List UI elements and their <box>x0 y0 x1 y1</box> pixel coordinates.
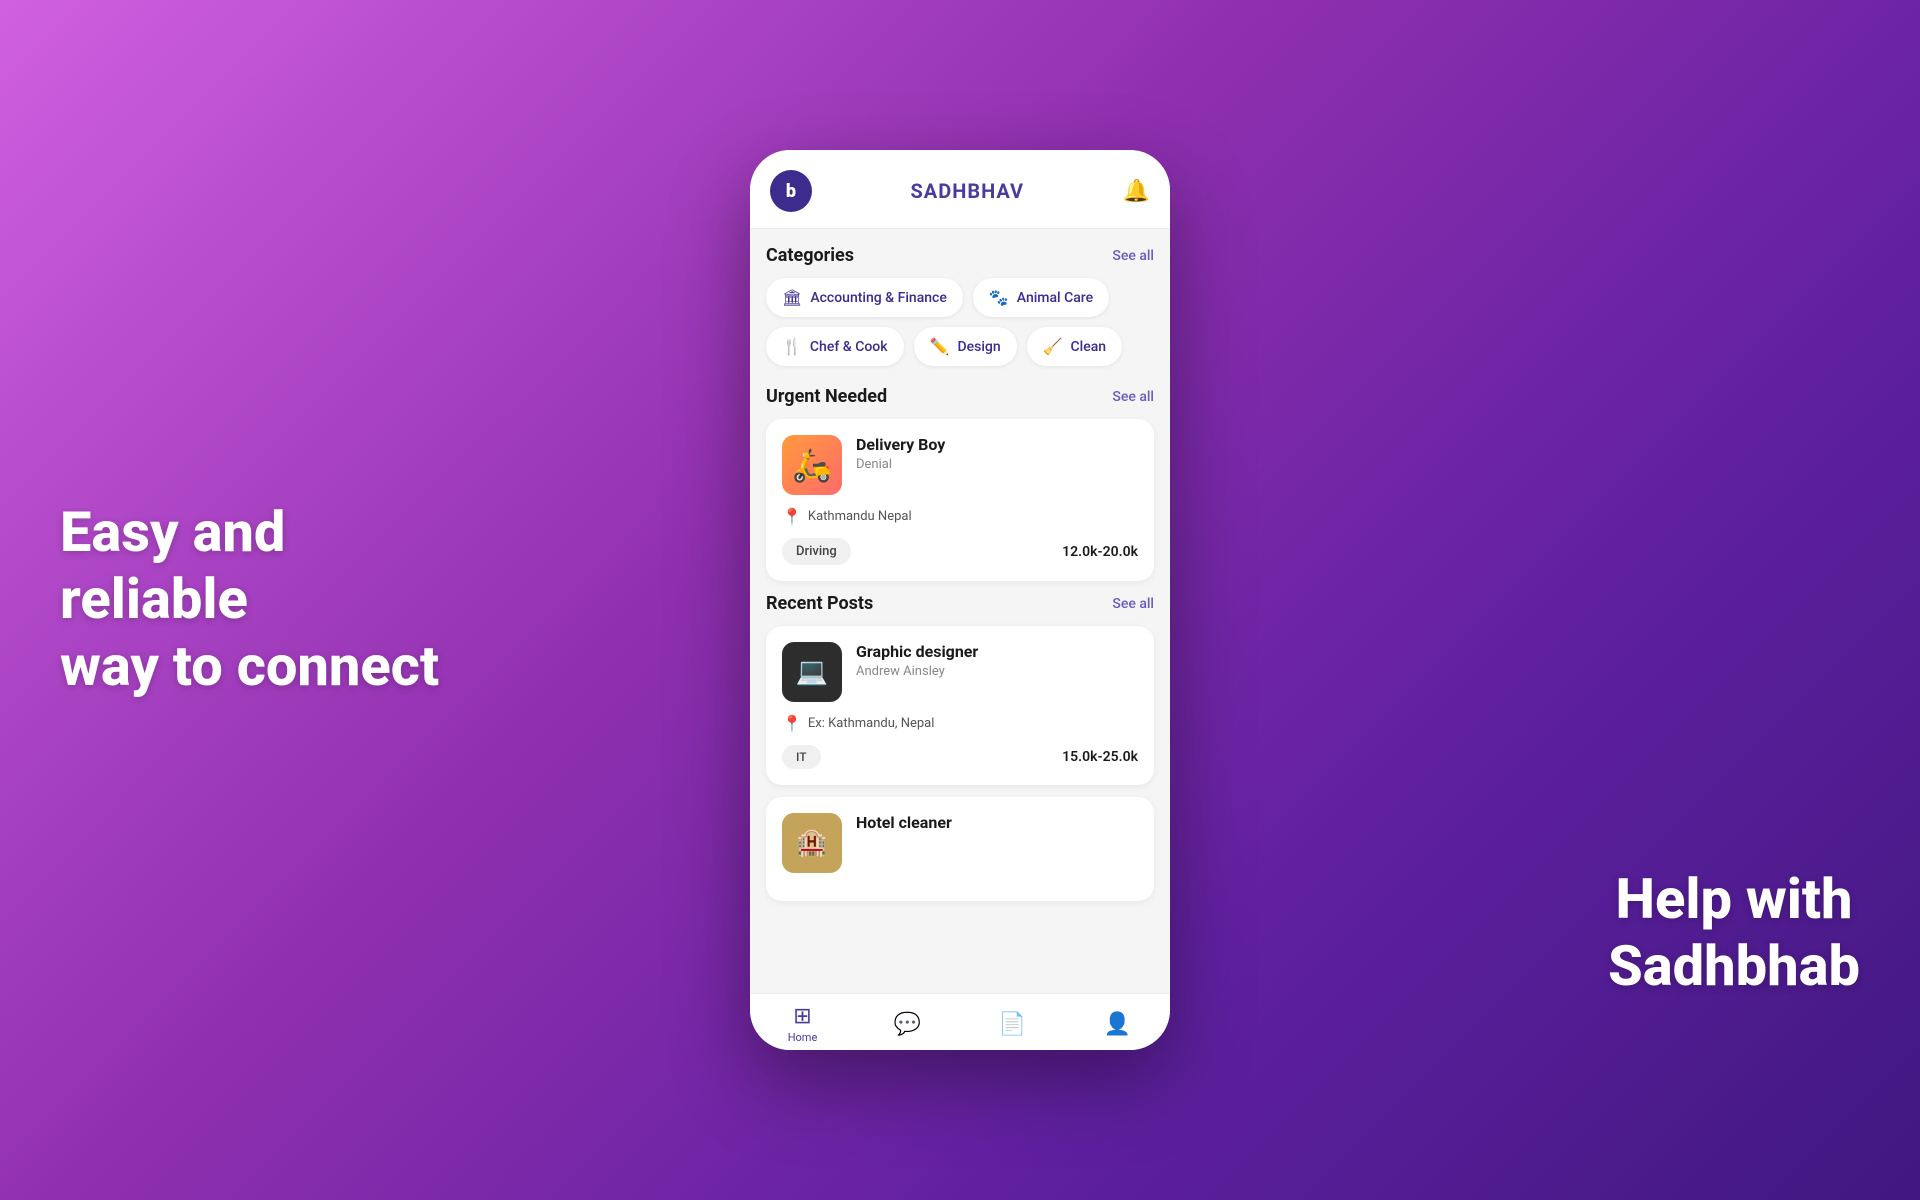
right-slogan-line1: Help with <box>1616 866 1853 932</box>
delivery-footer: Driving 12.0k-20.0k <box>782 538 1138 565</box>
graphic-location: Ex: Kathmandu, Nepal <box>808 716 934 731</box>
nav-documents[interactable]: 📄 <box>983 1012 1043 1037</box>
left-slogan-line2: way to connect <box>60 634 439 700</box>
category-animal-care[interactable]: 🐾 Animal Care <box>973 278 1109 317</box>
chef-cook-icon: 🍴 <box>782 337 802 356</box>
main-content: Categories See all 🏛 Accounting & Financ… <box>750 229 1170 929</box>
delivery-job-title: Delivery Boy <box>856 435 945 454</box>
delivery-info: Delivery Boy Denial <box>856 435 945 472</box>
nav-profile[interactable]: 👤 <box>1088 1012 1148 1037</box>
home-icon: ⊞ <box>793 1004 811 1029</box>
graphic-card-header: 💻 Graphic designer Andrew Ainsley <box>782 642 1138 702</box>
graphic-designer-card[interactable]: 💻 Graphic designer Andrew Ainsley 📍 Ex: … <box>766 626 1154 785</box>
graphic-info: Graphic designer Andrew Ainsley <box>856 642 978 679</box>
hotel-card-header: 🏨 Hotel cleaner <box>782 813 1138 873</box>
urgent-section-header: Urgent Needed See all <box>766 386 1154 407</box>
graphic-footer: IT 15.0k-25.0k <box>782 745 1138 769</box>
app-title: SADHBHAV <box>910 179 1024 203</box>
delivery-tag: Driving <box>782 538 851 565</box>
right-slogan: Help with Sadhbhab <box>1608 866 1860 1000</box>
hotel-avatar: 🏨 <box>782 813 842 873</box>
graphic-location-pin-icon: 📍 <box>782 714 802 733</box>
graphic-location-row: 📍 Ex: Kathmandu, Nepal <box>782 714 1138 733</box>
nav-home[interactable]: ⊞ Home <box>773 1004 833 1044</box>
messages-icon: 💬 <box>894 1012 921 1037</box>
bottom-navigation: ⊞ Home 💬 📄 👤 <box>750 993 1170 1050</box>
category-design[interactable]: ✏️ Design <box>914 327 1017 366</box>
delivery-salary: 12.0k-20.0k <box>1062 544 1138 560</box>
nav-home-label: Home <box>788 1031 818 1044</box>
category-accounting[interactable]: 🏛 Accounting & Finance <box>766 278 963 317</box>
categories-title: Categories <box>766 245 854 266</box>
app-header: b SADHBHAV 🔔 <box>750 150 1170 229</box>
hotel-info: Hotel cleaner <box>856 813 952 835</box>
delivery-location: Kathmandu Nepal <box>808 509 912 524</box>
category-design-label: Design <box>957 339 1000 355</box>
category-chef-cook-label: Chef & Cook <box>810 339 888 355</box>
location-pin-icon: 📍 <box>782 507 802 526</box>
hotel-job-title: Hotel cleaner <box>856 813 952 832</box>
recent-section-header: Recent Posts See all <box>766 593 1154 614</box>
recent-title: Recent Posts <box>766 593 873 614</box>
graphic-tag: IT <box>782 745 821 769</box>
urgent-title: Urgent Needed <box>766 386 887 407</box>
recent-see-all[interactable]: See all <box>1112 596 1154 612</box>
categories-see-all[interactable]: See all <box>1112 248 1154 264</box>
delivery-avatar: 🛵 <box>782 435 842 495</box>
category-animal-care-label: Animal Care <box>1017 290 1093 306</box>
notification-bell-icon[interactable]: 🔔 <box>1123 179 1150 204</box>
clean-icon: 🧹 <box>1043 337 1063 356</box>
category-chef-cook[interactable]: 🍴 Chef & Cook <box>766 327 904 366</box>
graphic-job-title: Graphic designer <box>856 642 978 661</box>
delivery-location-row: 📍 Kathmandu Nepal <box>782 507 1138 526</box>
document-icon: 📄 <box>999 1012 1026 1037</box>
category-clean-label: Clean <box>1071 339 1107 355</box>
urgent-job-card[interactable]: 🛵 Delivery Boy Denial 📍 Kathmandu Nepal … <box>766 419 1154 581</box>
category-clean[interactable]: 🧹 Clean <box>1027 327 1122 366</box>
categories-grid: 🏛 Accounting & Finance 🐾 Animal Care 🍴 C… <box>766 278 1154 366</box>
left-slogan: Easy and reliable way to connect <box>60 499 440 701</box>
categories-section-header: Categories See all <box>766 245 1154 266</box>
nav-messages[interactable]: 💬 <box>878 1012 938 1037</box>
card-header: 🛵 Delivery Boy Denial <box>782 435 1138 495</box>
graphic-avatar: 💻 <box>782 642 842 702</box>
profile-icon: 👤 <box>1104 1012 1131 1037</box>
urgent-see-all[interactable]: See all <box>1112 389 1154 405</box>
graphic-salary: 15.0k-25.0k <box>1062 749 1138 765</box>
hotel-cleaner-card[interactable]: 🏨 Hotel cleaner <box>766 797 1154 901</box>
left-slogan-line1: Easy and reliable <box>60 499 285 632</box>
scroll-content: Categories See all 🏛 Accounting & Financ… <box>750 229 1170 993</box>
graphic-job-subtitle: Andrew Ainsley <box>856 664 978 679</box>
phone-mockup: b SADHBHAV 🔔 Categories See all 🏛 Accoun… <box>750 150 1170 1050</box>
accounting-icon: 🏛 <box>782 288 802 307</box>
design-icon: ✏️ <box>930 337 950 356</box>
category-accounting-label: Accounting & Finance <box>810 290 947 306</box>
delivery-job-subtitle: Denial <box>856 457 945 472</box>
right-slogan-line2: Sadhbhab <box>1608 933 1860 999</box>
animal-care-icon: 🐾 <box>989 288 1009 307</box>
app-logo[interactable]: b <box>770 170 812 212</box>
